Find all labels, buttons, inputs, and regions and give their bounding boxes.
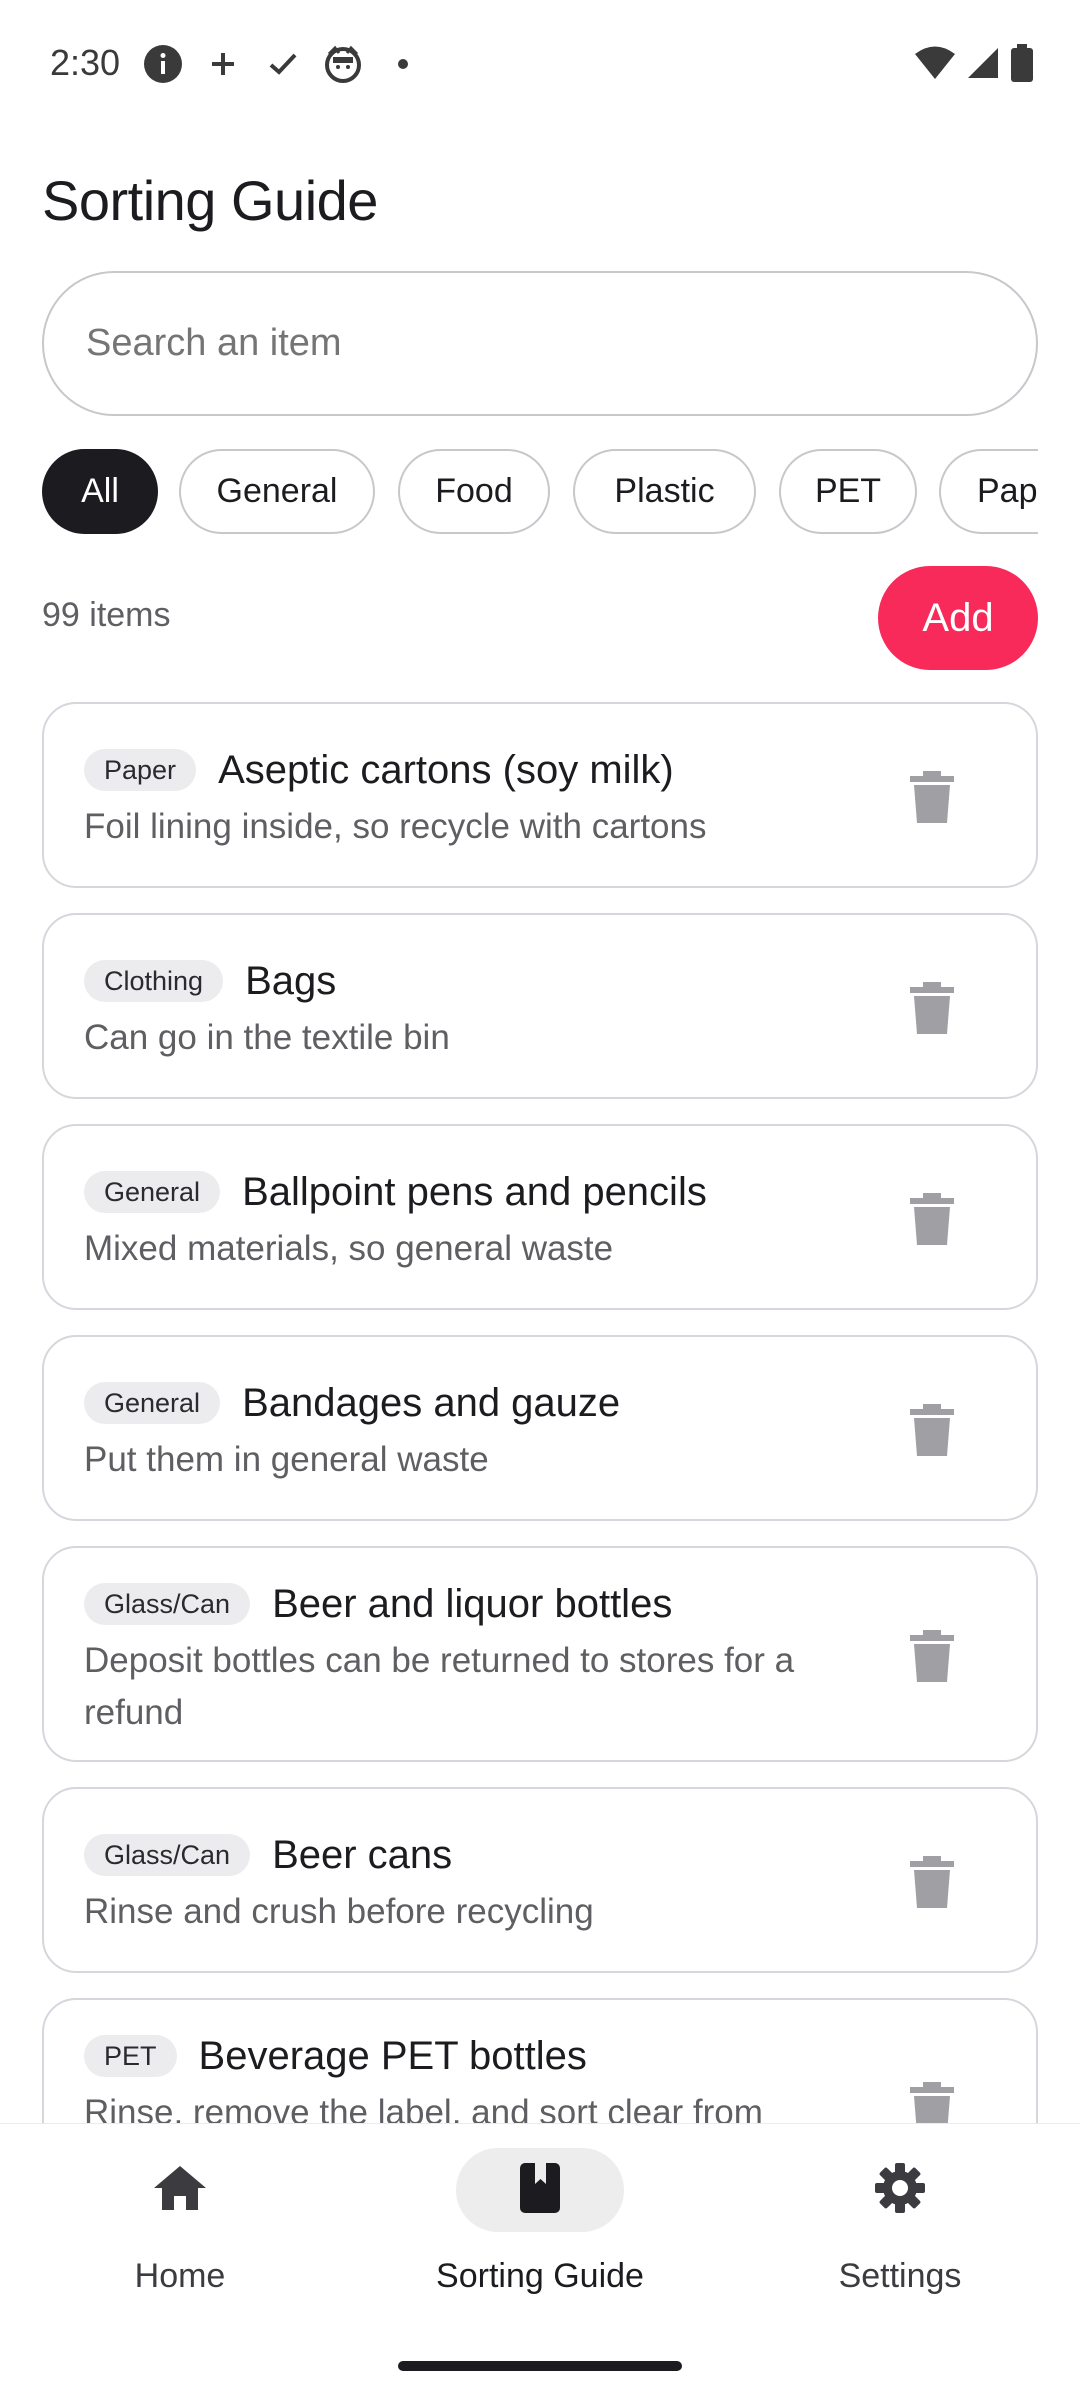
chip-paper[interactable]: Pap bbox=[939, 449, 1038, 534]
cat-face-icon bbox=[323, 44, 363, 84]
category-badge: PET bbox=[84, 2035, 177, 2077]
status-time: 2:30 bbox=[50, 42, 121, 83]
item-count: 99 items bbox=[42, 596, 171, 634]
chip-plastic[interactable]: Plastic bbox=[573, 449, 756, 534]
dot-icon bbox=[383, 44, 423, 84]
nav-label: Home bbox=[134, 2257, 226, 2295]
nav-sorting-guide[interactable]: Sorting Guide bbox=[360, 2124, 720, 2324]
nav-settings[interactable]: Settings bbox=[720, 2124, 1080, 2324]
trash-icon[interactable] bbox=[910, 2082, 954, 2123]
item-description: Foil lining inside, so recycle with cart… bbox=[84, 807, 707, 846]
status-bar: 2:30 bbox=[0, 0, 1080, 128]
item-description: Put them in general waste bbox=[84, 1440, 489, 1479]
notification-icons bbox=[143, 42, 423, 86]
home-indicator[interactable] bbox=[398, 2361, 682, 2371]
list-item[interactable]: General Ballpoint pens and pencils Mixed… bbox=[42, 1124, 1038, 1310]
category-badge: Glass/Can bbox=[84, 1834, 251, 1876]
list-item[interactable]: General Bandages and gauze Put them in g… bbox=[42, 1335, 1038, 1521]
nav-label: Sorting Guide bbox=[436, 2257, 644, 2295]
chip-general[interactable]: General bbox=[179, 449, 375, 534]
search-box[interactable] bbox=[42, 271, 1038, 416]
trash-icon[interactable] bbox=[910, 1856, 954, 1908]
item-description: Deposit bottles can be returned to store… bbox=[84, 1641, 795, 1732]
item-name: Beverage PET bottles bbox=[198, 2033, 587, 2078]
app-screen: 2:30 Sorting Guide Search an item All Ge… bbox=[0, 0, 1080, 2400]
item-description: Rinse and crush before recycling bbox=[84, 1892, 594, 1931]
trash-icon[interactable] bbox=[910, 771, 954, 823]
list-item[interactable]: PET Beverage PET bottles Rinse, remove t… bbox=[42, 1998, 1038, 2123]
category-badge: General bbox=[84, 1171, 221, 1213]
page-title: Sorting Guide bbox=[42, 169, 378, 232]
item-description: Mixed materials, so general waste bbox=[84, 1229, 614, 1268]
trash-icon[interactable] bbox=[910, 1193, 954, 1245]
category-badge: Glass/Can bbox=[84, 1583, 251, 1625]
item-name: Aseptic cartons (soy milk) bbox=[218, 747, 674, 792]
item-name: Bandages and gauze bbox=[242, 1380, 621, 1425]
category-badge: Paper bbox=[84, 749, 197, 791]
search-input[interactable] bbox=[86, 322, 986, 365]
trash-icon[interactable] bbox=[910, 1404, 954, 1456]
category-filter-chips: All General Food Plastic PET Pap bbox=[42, 449, 1038, 534]
item-description: Rinse, remove the label, and sort clear … bbox=[84, 2093, 763, 2123]
battery-icon bbox=[1010, 44, 1034, 87]
cellular-signal-icon bbox=[966, 46, 1000, 85]
nav-label: Settings bbox=[838, 2257, 962, 2295]
home-icon bbox=[152, 2164, 208, 2217]
list-item[interactable]: Glass/Can Beer cans Rinse and crush befo… bbox=[42, 1787, 1038, 1973]
list-item[interactable]: Clothing Bags Can go in the textile bin bbox=[42, 913, 1038, 1099]
system-icons bbox=[914, 44, 1034, 87]
category-badge: Clothing bbox=[84, 960, 224, 1002]
trash-icon[interactable] bbox=[910, 982, 954, 1034]
check-icon bbox=[263, 44, 303, 84]
wifi-icon bbox=[914, 45, 956, 86]
add-button[interactable]: Add bbox=[878, 566, 1038, 670]
chip-all[interactable]: All bbox=[42, 449, 158, 534]
plus-icon bbox=[203, 44, 243, 84]
nav-home[interactable]: Home bbox=[0, 2124, 360, 2324]
category-badge: General bbox=[84, 1382, 221, 1424]
item-name: Bags bbox=[245, 958, 337, 1003]
info-icon bbox=[143, 44, 183, 84]
list-item[interactable]: Glass/Can Beer and liquor bottles Deposi… bbox=[42, 1546, 1038, 1762]
book-icon bbox=[518, 2162, 562, 2219]
chip-food[interactable]: Food bbox=[398, 449, 550, 534]
chip-pet[interactable]: PET bbox=[779, 449, 917, 534]
item-list[interactable]: Paper Aseptic cartons (soy milk) Foil li… bbox=[0, 700, 1080, 2123]
gear-icon bbox=[873, 2161, 927, 2220]
trash-icon[interactable] bbox=[910, 1630, 954, 1682]
item-name: Beer and liquor bottles bbox=[272, 1581, 673, 1626]
list-item[interactable]: Paper Aseptic cartons (soy milk) Foil li… bbox=[42, 702, 1038, 888]
item-name: Beer cans bbox=[272, 1832, 453, 1877]
item-description: Can go in the textile bin bbox=[84, 1018, 450, 1057]
bottom-navigation: Home Sorting Guide Settings bbox=[0, 2123, 1080, 2400]
item-name: Ballpoint pens and pencils bbox=[242, 1169, 707, 1214]
